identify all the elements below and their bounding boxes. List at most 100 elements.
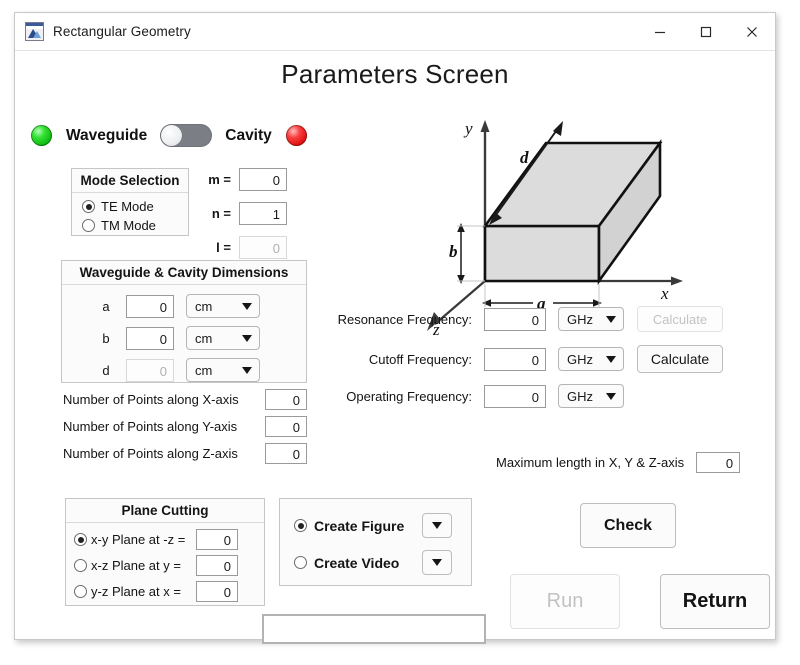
- svg-text:d: d: [520, 148, 529, 167]
- output-mode-row-video[interactable]: Create Video: [294, 550, 471, 575]
- maximize-icon[interactable]: [683, 13, 729, 50]
- dimensions-title: Waveguide & Cavity Dimensions: [62, 261, 306, 285]
- frequency-label: Cutoff Frequency:: [327, 352, 472, 367]
- points-z-label: Number of Points along Z-axis: [63, 446, 265, 461]
- unit-value: GHz: [567, 312, 593, 327]
- radio-label: TE Mode: [101, 199, 154, 214]
- rectangular-waveguide-diagram: y x z d b a a: [413, 106, 719, 336]
- unit-value: GHz: [567, 389, 593, 404]
- radio-indicator: [294, 519, 307, 532]
- svg-text:b: b: [449, 242, 458, 261]
- mode-index-l-input[interactable]: 0: [239, 236, 287, 259]
- waveguide-cavity-toggle-row: Waveguide Cavity: [31, 124, 307, 147]
- run-button[interactable]: Run: [510, 574, 620, 629]
- resonance-frequency-unit[interactable]: GHz: [558, 307, 624, 331]
- frequency-row-operating: Operating Frequency: 0 GHz: [327, 384, 624, 408]
- waveguide-label: Waveguide: [66, 127, 147, 145]
- return-button[interactable]: Return: [660, 574, 770, 629]
- chevron-down-icon: [242, 335, 252, 342]
- check-button[interactable]: Check: [580, 503, 676, 548]
- page-title: Parameters Screen: [15, 51, 775, 92]
- operating-frequency-unit[interactable]: GHz: [558, 384, 624, 408]
- dimension-label-b: b: [98, 331, 114, 346]
- status-message-field[interactable]: [262, 614, 486, 644]
- cutoff-frequency-unit[interactable]: GHz: [558, 347, 624, 371]
- output-mode-row-figure[interactable]: Create Figure: [294, 513, 471, 538]
- dimension-input-b[interactable]: 0: [126, 327, 174, 350]
- frequency-label: Operating Frequency:: [327, 389, 472, 404]
- resonance-calculate-button[interactable]: Calculate: [637, 306, 723, 332]
- mode-index-l-row: l = 0: [203, 236, 287, 259]
- dimension-unit-d[interactable]: cm: [186, 358, 260, 382]
- mode-selection-panel: Mode Selection TE Mode TM Mode: [71, 168, 189, 236]
- plane-cutting-label: x-z Plane at y =: [91, 558, 196, 573]
- dimension-row-b: b 0 cm: [98, 326, 306, 350]
- operating-frequency-input[interactable]: 0: [484, 385, 546, 408]
- radio-te-mode[interactable]: TE Mode: [82, 199, 188, 214]
- plane-cutting-row-xy[interactable]: x-y Plane at -z = 0: [74, 529, 264, 550]
- waveguide-cavity-switch[interactable]: [160, 124, 212, 147]
- dimension-unit-value: cm: [195, 363, 212, 378]
- points-z-input[interactable]: 0: [265, 443, 307, 464]
- radio-tm-mode[interactable]: TM Mode: [82, 218, 188, 233]
- plane-cutting-panel: Plane Cutting x-y Plane at -z = 0 x-z Pl…: [65, 498, 265, 606]
- create-figure-dropdown[interactable]: [422, 513, 452, 538]
- plane-cutting-label: x-y Plane at -z =: [91, 532, 196, 547]
- points-x-label: Number of Points along X-axis: [63, 392, 265, 407]
- plane-cutting-input-yz[interactable]: 0: [196, 581, 238, 602]
- dimension-row-d: d 0 cm: [98, 358, 306, 382]
- max-length-row: Maximum length in X, Y & Z-axis 0: [496, 452, 740, 473]
- plane-cutting-input-xy[interactable]: 0: [196, 529, 238, 550]
- title-bar: Rectangular Geometry: [15, 13, 775, 51]
- mode-index-n-label: n =: [203, 206, 231, 221]
- resonance-frequency-input[interactable]: 0: [484, 308, 546, 331]
- points-z-row: Number of Points along Z-axis 0: [63, 443, 307, 464]
- dimension-unit-value: cm: [195, 299, 212, 314]
- unit-value: GHz: [567, 352, 593, 367]
- minimize-icon[interactable]: [637, 13, 683, 50]
- dimension-input-a[interactable]: 0: [126, 295, 174, 318]
- switch-knob: [161, 125, 182, 146]
- chevron-down-icon: [242, 303, 252, 310]
- chevron-down-icon: [432, 522, 442, 529]
- chevron-down-icon: [242, 367, 252, 374]
- application-window: Rectangular Geometry Parameters Screen W…: [14, 12, 776, 640]
- chevron-down-icon: [606, 393, 616, 400]
- mode-index-m-input[interactable]: 0: [239, 168, 287, 191]
- close-icon[interactable]: [729, 13, 775, 50]
- radio-indicator: [82, 200, 95, 213]
- dimension-unit-a[interactable]: cm: [186, 294, 260, 318]
- dimension-unit-value: cm: [195, 331, 212, 346]
- max-length-input[interactable]: 0: [696, 452, 740, 473]
- window-title: Rectangular Geometry: [53, 24, 191, 39]
- points-x-row: Number of Points along X-axis 0: [63, 389, 307, 410]
- chevron-down-icon: [606, 356, 616, 363]
- cutoff-frequency-input[interactable]: 0: [484, 348, 546, 371]
- dimension-unit-b[interactable]: cm: [186, 326, 260, 350]
- plane-cutting-label: y-z Plane at x =: [91, 584, 196, 599]
- plane-cutting-input-xz[interactable]: 0: [196, 555, 238, 576]
- mode-index-n-input[interactable]: 1: [239, 202, 287, 225]
- chevron-down-icon: [606, 316, 616, 323]
- plane-cutting-row-xz[interactable]: x-z Plane at y = 0: [74, 555, 264, 576]
- radio-indicator: [82, 219, 95, 232]
- plane-cutting-row-yz[interactable]: y-z Plane at x = 0: [74, 581, 264, 602]
- dimensions-panel: Waveguide & Cavity Dimensions a 0 cm b 0…: [61, 260, 307, 383]
- svg-text:x: x: [660, 284, 669, 303]
- points-x-input[interactable]: 0: [265, 389, 307, 410]
- create-video-dropdown[interactable]: [422, 550, 452, 575]
- radio-indicator: [294, 556, 307, 569]
- mode-index-n-row: n = 1: [203, 202, 287, 225]
- points-y-input[interactable]: 0: [265, 416, 307, 437]
- radio-indicator: [74, 585, 87, 598]
- cutoff-calculate-button[interactable]: Calculate: [637, 345, 723, 373]
- mode-index-m-label: m =: [203, 172, 231, 187]
- plane-cutting-title: Plane Cutting: [66, 499, 264, 523]
- svg-text:y: y: [463, 119, 473, 138]
- dimension-row-a: a 0 cm: [98, 294, 306, 318]
- matlab-icon: [25, 22, 44, 41]
- dimension-input-d[interactable]: 0: [126, 359, 174, 382]
- content-area: Waveguide Cavity Mode Selection TE Mode …: [15, 92, 775, 652]
- mode-selection-title: Mode Selection: [72, 169, 188, 193]
- window-controls: [637, 13, 775, 50]
